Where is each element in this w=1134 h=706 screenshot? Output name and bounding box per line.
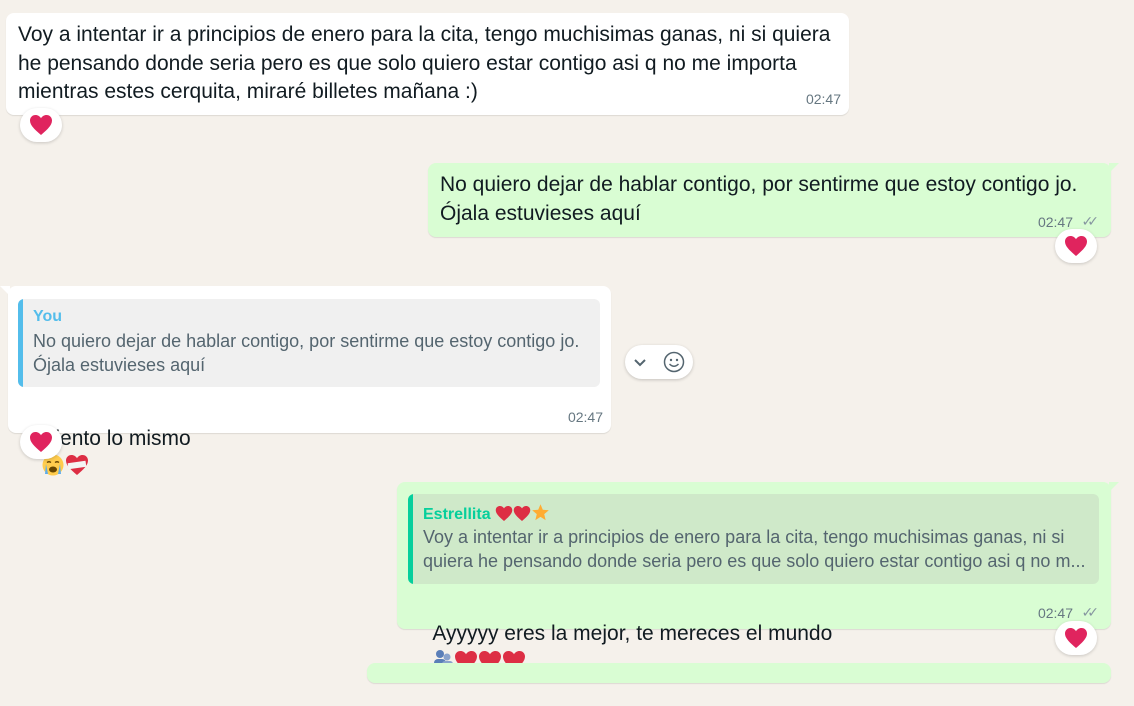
double-check-icon: ✓✓ (1081, 213, 1100, 229)
reaction-badge[interactable] (1055, 229, 1097, 263)
reaction-badge[interactable] (20, 425, 62, 459)
double-check-icon: ✓✓ (1081, 604, 1100, 620)
star-icon (532, 504, 549, 521)
message-bubble-outgoing-partial[interactable] (367, 663, 1111, 683)
message-time: 02:47 (1037, 605, 1073, 621)
message-text-content: Ayyyyy eres la mejor, te mereces el mund… (432, 621, 833, 645)
quoted-message[interactable]: You No quiero dejar de hablar contigo, p… (18, 299, 600, 387)
quote-accent-bar (408, 494, 413, 584)
message-bubble-outgoing[interactable]: Estrellita Voy a intentar ir a principio… (397, 482, 1119, 671)
reaction-badge[interactable] (1055, 621, 1097, 655)
message-text: No quiero dejar de hablar contigo, por s… (440, 173, 1078, 225)
message-text-content: Siento lo mismo (41, 426, 191, 450)
message-bubble-outgoing[interactable]: No quiero dejar de hablar contigo, por s… (428, 163, 1119, 237)
chevron-down-icon[interactable] (633, 355, 647, 369)
smiley-icon[interactable] (663, 351, 685, 373)
message-text: Voy a intentar ir a principios de enero … (18, 23, 831, 103)
red-heart-icon (513, 506, 531, 521)
message-time: 02:47 (1037, 214, 1073, 230)
message-time: 02:47 (805, 91, 841, 107)
quote-accent-bar (18, 299, 23, 387)
message-bubble-incoming[interactable]: Voy a intentar ir a principios de enero … (6, 13, 849, 115)
heart-icon (30, 432, 52, 452)
message-text: Ayyyyy eres la mejor, te mereces el mund… (409, 591, 832, 706)
mending-heart-icon (66, 455, 89, 475)
quote-author-name: Estrellita (423, 506, 491, 523)
red-heart-icon (495, 506, 513, 521)
reaction-badge[interactable] (20, 108, 62, 142)
quote-text: No quiero dejar de hablar contigo, por s… (33, 331, 580, 375)
heart-icon (30, 115, 52, 135)
quote-author: Estrellita (423, 503, 550, 524)
message-time: 02:47 (567, 409, 603, 425)
heart-icon (1065, 628, 1087, 648)
quote-author: You (33, 308, 63, 325)
message-bubble-incoming[interactable]: You No quiero dejar de hablar contigo, p… (0, 286, 611, 476)
quote-text: Voy a intentar ir a principios de enero … (423, 527, 1086, 571)
quoted-message[interactable]: Estrellita Voy a intentar ir a principio… (408, 494, 1099, 584)
message-hover-actions (625, 345, 693, 379)
heart-icon (1065, 236, 1087, 256)
